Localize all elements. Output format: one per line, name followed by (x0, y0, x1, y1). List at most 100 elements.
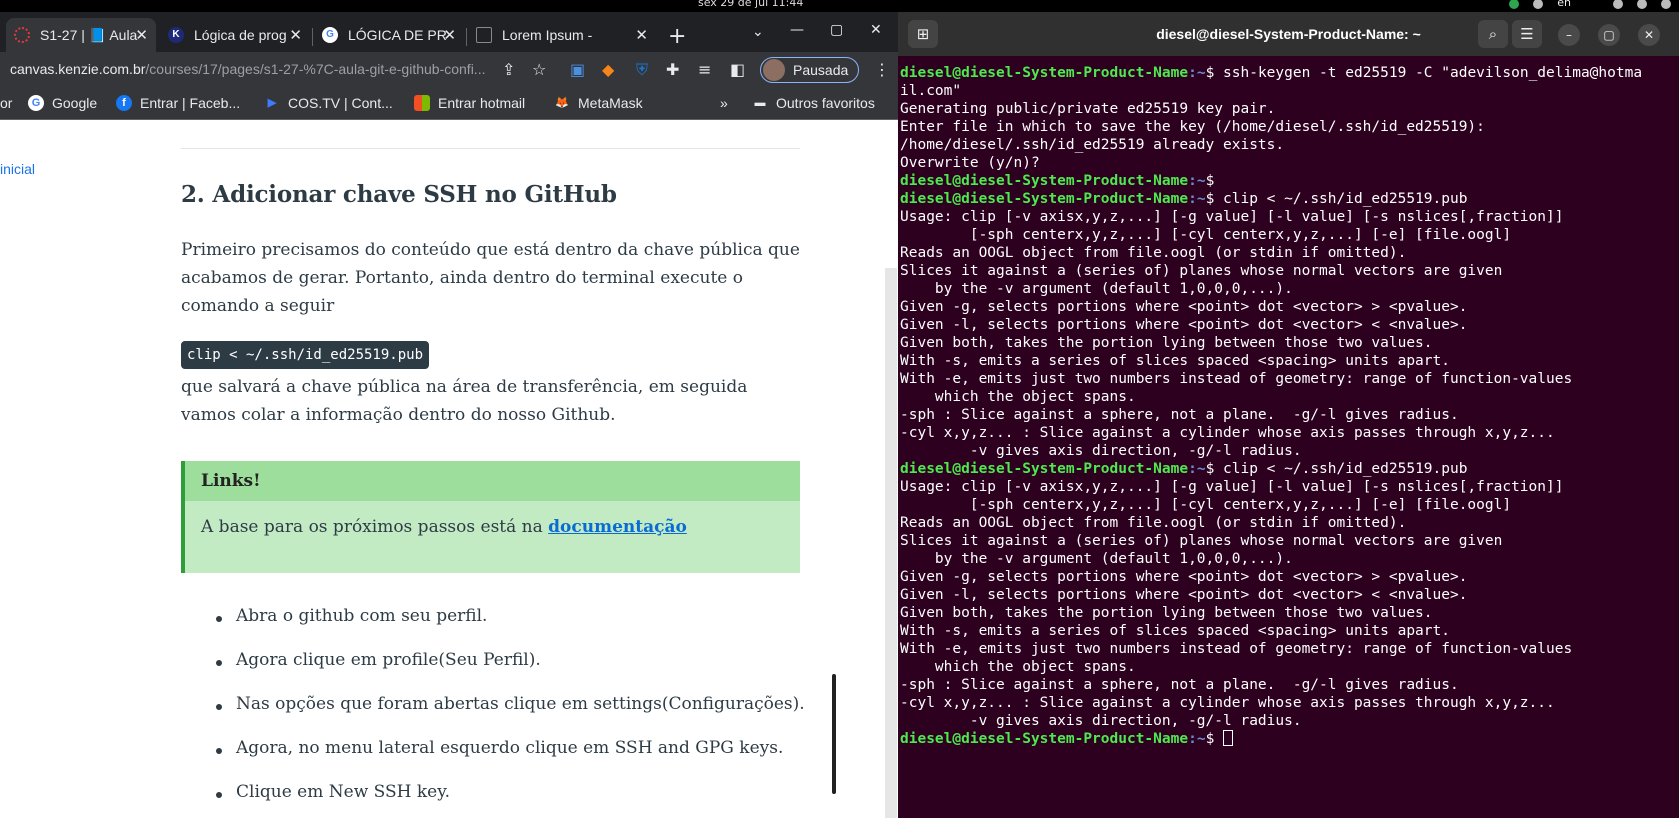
terminal-output-line: /home/diesel/.ssh/id_ed25519 already exi… (900, 136, 1679, 154)
bookmark-metamask[interactable]: 🦊 MetaMask (554, 95, 642, 111)
line-text: Given -g, selects portions where <point>… (900, 569, 1468, 585)
address-bar: canvas.kenzie.com.br/courses/17/pages/s1… (0, 52, 898, 88)
line-text: Given -l, selects portions where <point>… (900, 587, 1468, 603)
search-icon[interactable]: ⌕ (1478, 20, 1508, 48)
url-host: canvas.kenzie.com.br (10, 61, 146, 77)
bookmark-facebook[interactable]: f Entrar | Faceb... (116, 95, 240, 111)
tab-separator (466, 28, 467, 46)
bookmark-star-icon[interactable]: ☆ (532, 60, 546, 79)
close-tab-icon[interactable]: ✕ (635, 26, 648, 44)
metamask-extension-icon[interactable]: ◆ (602, 60, 614, 79)
other-favorites-folder[interactable]: ▬ Outros favoritos (752, 95, 875, 111)
maximize-window-button[interactable]: ▢ (830, 22, 843, 38)
terminal-output-line: With -e, emits just two numbers instead … (900, 640, 1679, 658)
tab-separator (312, 28, 313, 46)
volume-icon[interactable] (1661, 0, 1671, 9)
prompt-path: :~ (1188, 65, 1206, 81)
page-scrollbar[interactable] (885, 268, 897, 818)
system-clock[interactable]: sex 29 de jul 11:44 (698, 0, 803, 9)
tab-logica-programacao[interactable]: K Lógica de prog ✕ (160, 18, 310, 52)
terminal-window: ⊞ diesel@diesel-System-Product-Name: ~ ⌕… (898, 12, 1679, 818)
terminal-header: ⊞ diesel@diesel-System-Product-Name: ~ ⌕… (898, 12, 1679, 56)
line-text: Slices it against a (series of) planes w… (900, 533, 1503, 549)
terminal-output-line: -v gives axis direction, -g/-l radius. (900, 442, 1679, 460)
close-window-button[interactable]: ✕ (870, 22, 882, 38)
tab-search-chevron-icon[interactable]: ⌄ (752, 24, 764, 40)
terminal-output-line: [-sph centerx,y,z,...] [-cyl centerx,y,z… (900, 496, 1679, 514)
line-text: Overwrite (y/n)? (900, 155, 1040, 171)
bookmark-hotmail[interactable]: ■ Entrar hotmail (414, 95, 525, 111)
url-field[interactable]: canvas.kenzie.com.br/courses/17/pages/s1… (10, 61, 485, 77)
terminal-output[interactable]: diesel@diesel-System-Product-Name:~$ ssh… (900, 64, 1679, 814)
tab-lorem-ipsum[interactable]: Lorem Ipsum - ✕ (468, 18, 656, 52)
microphone-icon[interactable] (1613, 0, 1623, 9)
browser-menu-icon[interactable]: ⋮ (874, 60, 890, 79)
profile-paused-button[interactable]: Pausada (760, 57, 860, 83)
tab-title: LÓGICA DE PR (348, 27, 447, 43)
tab-title: Lorem Ipsum - (502, 27, 593, 43)
terminal-output-line: Usage: clip [-v axisx,y,z,...] [-g value… (900, 478, 1679, 496)
keyboard-language-indicator[interactable]: en (1557, 0, 1571, 9)
close-tab-icon[interactable]: ✕ (443, 26, 456, 44)
bookmark-costv[interactable]: ▶ COS.TV | Cont... (264, 95, 393, 111)
line-text: il.com" (900, 83, 962, 99)
terminal-output-line: Given -g, selects portions where <point>… (900, 568, 1679, 586)
line-text: [-sph centerx,y,z,...] [-cyl centerx,y,z… (900, 227, 1512, 243)
media-playlist-icon[interactable]: ≡ (698, 60, 711, 79)
minimize-window-button[interactable]: — (790, 22, 804, 38)
line-text: Given -g, selects portions where <point>… (900, 299, 1468, 315)
avatar (763, 59, 785, 81)
intro-paragraph: Primeiro precisamos do conteúdo que está… (181, 240, 800, 316)
line-text: [-sph centerx,y,z,...] [-cyl centerx,y,z… (900, 497, 1512, 513)
extensions-puzzle-icon[interactable]: ✚ (666, 60, 679, 79)
bookmark-or[interactable]: or (0, 95, 12, 111)
terminal-output-line: -sph : Slice against a sphere, not a pla… (900, 676, 1679, 694)
tab-logica-pr[interactable]: G LÓGICA DE PR ✕ (314, 18, 464, 52)
bookmark-google[interactable]: G Google (28, 95, 97, 111)
terminal-output-line: Given both, takes the portion lying betw… (900, 604, 1679, 622)
url-path: /courses/17/pages/s1-27-%7C-aula-git-e-g… (145, 61, 486, 77)
links-callout: Links! A base para os próximos passos es… (181, 461, 800, 573)
bookmarks-bar: or G Google f Entrar | Faceb... ▶ COS.TV | … (0, 88, 898, 120)
more-bookmarks-icon: » (720, 95, 728, 111)
terminal-prompt-line: diesel@diesel-System-Product-Name:~$ ssh… (900, 64, 1679, 82)
documentation-link[interactable]: documentação (548, 517, 687, 537)
line-text: Generating public/private ed25519 key pa… (900, 101, 1276, 117)
divider (181, 148, 800, 149)
tab-canvas-aula[interactable]: S1-27 | 📘 Aula ✕ (6, 18, 156, 52)
prompt-user: diesel@diesel-System-Product-Name (900, 173, 1189, 189)
translate-extension-icon[interactable]: ▣ (570, 60, 585, 79)
shield-extension-icon[interactable]: ⛨ (636, 60, 648, 80)
more-bookmarks-button[interactable]: » (720, 95, 728, 111)
line-text: Usage: clip [-v axisx,y,z,...] [-g value… (900, 479, 1564, 495)
content-scrollbar[interactable] (832, 674, 836, 794)
tab-title: S1-27 | 📘 Aula (40, 26, 138, 43)
whatsapp-tray-icon[interactable] (1509, 0, 1520, 9)
minimize-icon[interactable]: – (1558, 24, 1580, 46)
line-text: Reads an OOGL object from file.oogl (or … (900, 515, 1407, 531)
google-favicon-icon: G (322, 27, 338, 43)
hamburger-menu-icon[interactable]: ☰ (1512, 20, 1542, 48)
share-icon[interactable]: ⇪ (502, 60, 515, 79)
terminal-output-line: which the object spans. (900, 388, 1679, 406)
bookmark-label: or (0, 95, 13, 111)
line-text: which the object spans. (900, 389, 1136, 405)
network-icon[interactable] (1637, 0, 1647, 9)
line-text: With -s, emits a series of slices spaced… (900, 623, 1450, 639)
terminal-output-line: which the object spans. (900, 658, 1679, 676)
sidebar-link-inicial[interactable]: inicial (0, 161, 35, 177)
close-tab-icon[interactable]: ✕ (289, 26, 302, 44)
terminal-output-line: Enter file in which to save the key (/ho… (900, 118, 1679, 136)
prompt-user: diesel@diesel-System-Product-Name (900, 461, 1189, 477)
prompt-path: :~ (1188, 173, 1206, 189)
maximize-icon[interactable]: ▢ (1598, 24, 1620, 46)
list-item: Agora, no menu lateral esquerdo clique e… (212, 738, 812, 782)
extension-tray-icon[interactable] (1533, 0, 1544, 9)
close-tab-icon[interactable]: ✕ (135, 26, 148, 44)
terminal-output-line: -sph : Slice against a sphere, not a pla… (900, 406, 1679, 424)
side-panel-icon[interactable]: ◧ (730, 60, 745, 79)
bookmark-label: COS.TV | Cont... (288, 95, 393, 111)
microsoft-icon: ■ (414, 95, 430, 111)
close-icon[interactable]: ✕ (1638, 24, 1660, 46)
new-tab-button[interactable]: + (668, 24, 686, 49)
